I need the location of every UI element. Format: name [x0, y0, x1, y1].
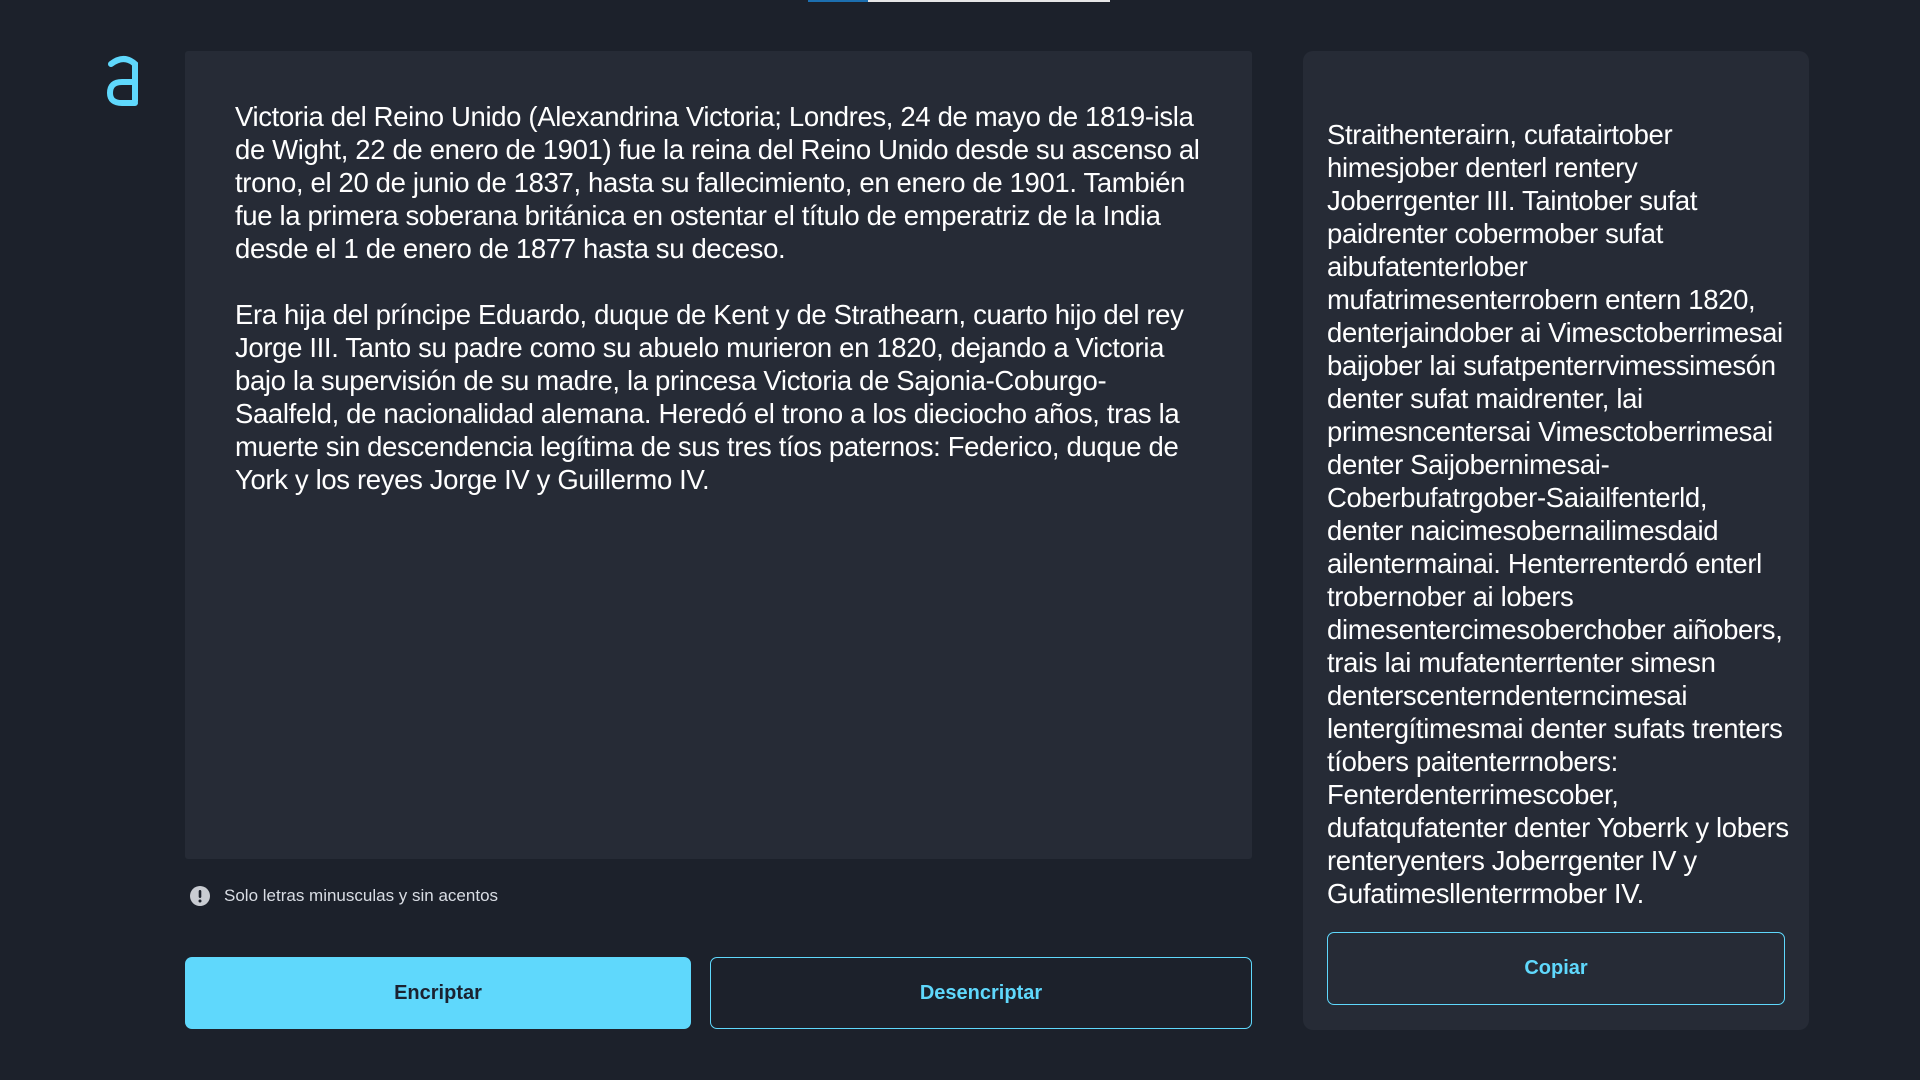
output-text: Straithenterairn, cufatairtober himesjob…	[1327, 119, 1789, 909]
info-exclamation-icon	[190, 886, 210, 906]
input-text: Victoria del Reino Unido (Alexandrina Vi…	[235, 101, 1200, 495]
hint-text: Solo letras minusculas y sin acentos	[224, 886, 499, 905]
output-panel: Straithenterairn, cufatairtober himesjob…	[1303, 51, 1809, 1030]
decrypt-button[interactable]: Desencriptar	[710, 957, 1252, 1029]
input-textarea[interactable]: Victoria del Reino Unido (Alexandrina Vi…	[185, 51, 1252, 859]
hint-message: Solo letras minusculas y sin acentos	[190, 884, 498, 908]
top-progress-accent	[808, 0, 868, 2]
encrypt-button[interactable]: Encriptar	[185, 957, 691, 1029]
copy-button[interactable]: Copiar	[1327, 932, 1785, 1005]
alura-logo-icon	[104, 54, 144, 108]
